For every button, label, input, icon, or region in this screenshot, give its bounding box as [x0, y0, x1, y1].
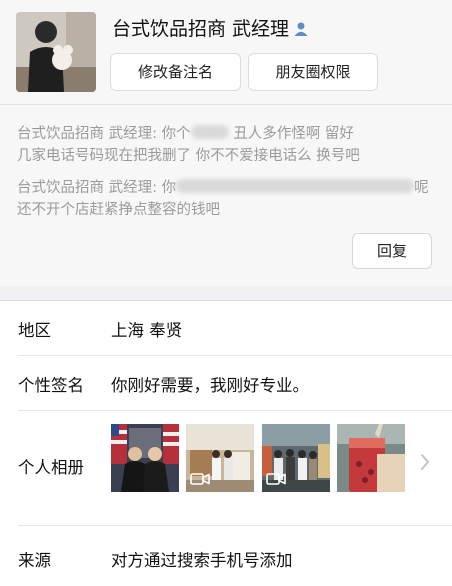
message-preview: 台式饮品招商 武经理: 你 呢 还不开个店赶紧挣点整容的钱吧: [17, 177, 441, 221]
message-text: 呢: [414, 180, 429, 196]
message-text: 台式饮品招商 武经理: 你: [17, 180, 177, 196]
profile-info-list: 地区 上海 奉贤 个性签名 你刚好需要，我刚好专业。 个人相册 来源 对方通过搜…: [0, 300, 452, 586]
message-line: 还不开个店赶紧挣点整容的钱吧: [17, 202, 220, 218]
redacted-text: [190, 125, 229, 139]
album-photo[interactable]: [111, 424, 179, 492]
region-label: 地区: [18, 321, 51, 340]
message-preview: 台式饮品招商 武经理: 你个 丑人多作怪啊 留好 几家电话号码现在把我删了 你不…: [17, 123, 441, 167]
message-line: 台式饮品招商 武经理: 你个 丑人多作怪啊 留好: [17, 123, 441, 145]
message-line: 几家电话号码现在把我删了 你不不爱接电话么 换号吧: [17, 148, 360, 164]
album-photo[interactable]: [262, 424, 330, 492]
source-value: 对方通过搜索手机号添加: [111, 551, 293, 570]
chevron-right-icon: [421, 454, 429, 470]
contact-nickname: 台式饮品招商 武经理: [112, 14, 309, 41]
message-text: 丑人多作怪啊 留好: [228, 126, 354, 142]
region-row: 地区 上海 奉贤: [0, 301, 452, 355]
video-icon: [190, 473, 210, 485]
avatar-image: [16, 12, 96, 92]
profile-header: 台式饮品招商 武经理 修改备注名 朋友圈权限: [0, 0, 452, 104]
redacted-text: [176, 179, 415, 193]
message-preview-panel: 台式饮品招商 武经理: 你个 丑人多作怪啊 留好 几家电话号码现在把我删了 你不…: [0, 104, 452, 286]
source-row: 来源 对方通过搜索手机号添加: [0, 525, 452, 586]
video-icon: [266, 473, 286, 485]
album-photo[interactable]: [337, 424, 405, 492]
nickname-text: 台式饮品招商 武经理: [112, 18, 290, 40]
message-text: 台式饮品招商 武经理: 你个: [17, 126, 191, 142]
signature-value: 你刚好需要，我刚好专业。: [111, 376, 309, 395]
avatar[interactable]: [16, 12, 96, 92]
album-row[interactable]: 个人相册: [0, 410, 452, 525]
signature-label: 个性签名: [18, 376, 84, 395]
source-label: 来源: [18, 551, 51, 570]
message-line: 台式饮品招商 武经理: 你 呢: [17, 177, 441, 199]
edit-remark-button[interactable]: 修改备注名: [110, 53, 241, 91]
album-photo[interactable]: [186, 424, 254, 492]
signature-row: 个性签名 你刚好需要，我刚好专业。: [0, 355, 452, 410]
region-value: 上海 奉贤: [111, 321, 183, 340]
user-icon: [294, 22, 308, 36]
album-label: 个人相册: [18, 458, 84, 477]
reply-button[interactable]: 回复: [352, 233, 432, 269]
moments-permission-button[interactable]: 朋友圈权限: [248, 53, 378, 91]
